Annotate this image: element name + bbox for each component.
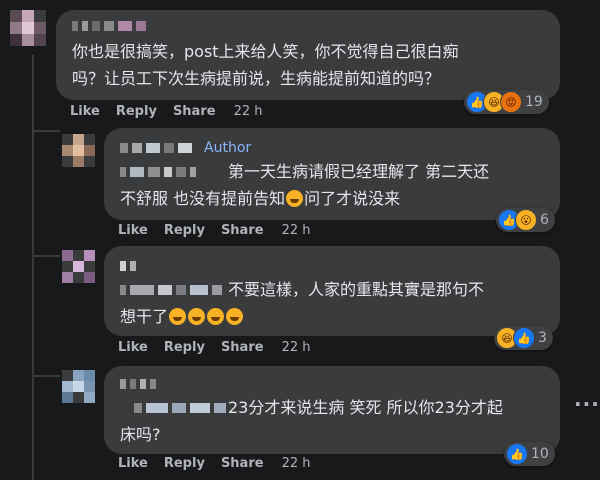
share-link[interactable]: Share (221, 456, 264, 471)
reaction-summary[interactable]: 👍 😮 6 (496, 208, 555, 232)
like-link[interactable]: Like (118, 456, 148, 471)
reaction-count: 3 (538, 330, 547, 346)
author-badge: Author (204, 140, 252, 156)
reply-link[interactable]: Reply (164, 340, 205, 355)
comment-text: 23分才来说生病 笑死 所以你23分才起 床吗? (120, 398, 503, 444)
rofl-emoji-icon (188, 308, 206, 325)
comment-text: 你也是很搞笑，post上来给人笑，你不觉得自己很白痴 吗？让员工下次生病提前说，… (72, 42, 459, 88)
reaction-summary[interactable]: 👍 10 (504, 442, 555, 466)
thread-branch (32, 255, 60, 257)
thread-line (32, 55, 34, 480)
avatar[interactable] (10, 10, 46, 46)
reply-link[interactable]: Reply (116, 104, 157, 119)
timestamp[interactable]: 22 h (282, 340, 311, 355)
commenter-name[interactable] (72, 18, 146, 34)
comment-text: 第一天生病请假已经理解了 第二天还 不舒服 也没有提前告知 问了才说没来 (120, 162, 490, 208)
like-link[interactable]: Like (118, 223, 148, 238)
reaction-count: 10 (531, 446, 549, 462)
comment-actions: Like Reply Share 22 h (118, 223, 310, 238)
like-link[interactable]: Like (118, 340, 148, 355)
comment-actions: Like Reply Share 22 h (70, 104, 262, 119)
rofl-emoji-icon (226, 308, 244, 325)
angry-icon: 😡 (500, 91, 522, 113)
wow-icon: 😮 (515, 209, 537, 231)
timestamp[interactable]: 22 h (234, 104, 263, 119)
share-link[interactable]: Share (173, 104, 216, 119)
like-icon: 👍 (513, 327, 535, 349)
reaction-summary[interactable]: 👍 😆 😡 19 (464, 90, 549, 114)
reaction-summary[interactable]: 😆 👍 3 (494, 326, 553, 350)
share-link[interactable]: Share (221, 223, 264, 238)
thread-branch (32, 375, 60, 377)
commenter-name[interactable]: Author (120, 140, 251, 156)
comment-actions: Like Reply Share 22 h (118, 340, 310, 355)
avatar[interactable] (62, 250, 96, 284)
thread-branch (32, 130, 60, 132)
share-link[interactable]: Share (221, 340, 264, 355)
reply-link[interactable]: Reply (164, 456, 205, 471)
commenter-name[interactable] (120, 376, 156, 392)
timestamp[interactable]: 22 h (282, 456, 311, 471)
reply-link[interactable]: Reply (164, 223, 205, 238)
like-link[interactable]: Like (70, 104, 100, 119)
comment-actions: Like Reply Share 22 h (118, 456, 310, 471)
more-options-icon[interactable]: ··· (574, 392, 600, 416)
commenter-name[interactable] (120, 258, 136, 274)
comment-text: 不要這樣，人家的重點其實是那句不 想干了 (120, 280, 485, 326)
worried-emoji-icon (286, 190, 304, 207)
timestamp[interactable]: 22 h (282, 223, 311, 238)
rofl-emoji-icon (169, 308, 187, 325)
avatar[interactable] (62, 134, 96, 168)
reaction-count: 6 (540, 212, 549, 228)
reaction-count: 19 (525, 94, 543, 110)
avatar[interactable] (62, 370, 96, 404)
like-icon: 👍 (506, 443, 528, 465)
rofl-emoji-icon (207, 308, 225, 325)
